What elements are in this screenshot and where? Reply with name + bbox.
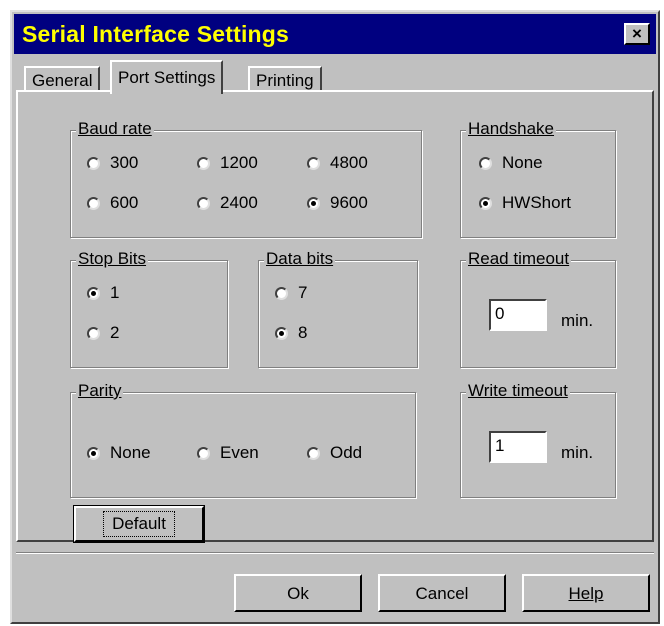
parity-radio-odd[interactable]: Odd (307, 443, 362, 463)
help-button[interactable]: Help (522, 574, 650, 612)
stop-bits-group: Stop Bits 1 2 (70, 249, 228, 368)
data-bits-radio-7[interactable]: 7 (275, 283, 307, 303)
radio-icon (275, 326, 288, 340)
radio-icon (307, 156, 320, 170)
stop-bits-label-text: Stop Bits (78, 249, 147, 268)
cancel-button[interactable]: Cancel (378, 574, 506, 612)
title-bar[interactable]: Serial Interface Settings × (14, 14, 656, 54)
close-icon: × (632, 24, 642, 43)
stop-bits-radio-2[interactable]: 2 (87, 323, 119, 343)
tab-strip: General Port Settings Printing (18, 60, 658, 94)
radio-icon (197, 446, 210, 460)
baud-radio-600[interactable]: 600 (87, 193, 138, 213)
baud-radio-4800[interactable]: 4800 (307, 153, 368, 173)
baud-radio-300[interactable]: 300 (87, 153, 138, 173)
read-timeout-group: Read timeout 0 min. (460, 249, 616, 368)
baud-radio-9600[interactable]: 9600 (307, 193, 368, 213)
data-bits-label-text: Data bits (266, 249, 334, 268)
write-timeout-group: Write timeout 1 min. (460, 381, 616, 498)
dialog-window: Serial Interface Settings × General Port… (10, 10, 660, 624)
tab-port-settings[interactable]: Port Settings (110, 60, 224, 94)
baud-1200-label: 1200 (220, 153, 258, 172)
parity-label: Parity (76, 381, 124, 401)
stop-bits-label: Stop Bits (76, 249, 149, 269)
radio-icon (87, 156, 100, 170)
default-button-label: Default (103, 511, 175, 537)
bottom-divider (16, 552, 654, 554)
baud-rate-group: Baud rate 300 1200 4800 600 2400 9600 (70, 119, 422, 238)
radio-icon (87, 286, 100, 300)
parity-even-label: Even (220, 443, 259, 462)
parity-radio-none[interactable]: None (87, 443, 151, 463)
radio-icon (307, 196, 320, 210)
handshake-radio-hwshort[interactable]: HWShort (479, 193, 571, 213)
radio-icon (87, 196, 100, 210)
data-bits-label: Data bits (264, 249, 336, 269)
data-bits-8-label: 8 (298, 323, 308, 342)
data-bits-group: Data bits 7 8 (258, 249, 418, 368)
ok-button[interactable]: Ok (234, 574, 362, 612)
radio-icon (479, 156, 492, 170)
radio-icon (87, 446, 100, 460)
write-timeout-label: Write timeout (466, 381, 570, 401)
parity-group: Parity None Even Odd (70, 381, 416, 498)
tab-panel-port-settings: Baud rate 300 1200 4800 600 2400 9600 Ha… (16, 90, 654, 543)
write-timeout-input[interactable]: 1 (489, 431, 547, 463)
write-timeout-label-text: Write timeout (468, 381, 568, 400)
radio-icon (197, 156, 210, 170)
handshake-none-label: None (502, 153, 543, 172)
handshake-radio-none[interactable]: None (479, 153, 543, 173)
baud-rate-label-text: Baud rate (78, 119, 152, 138)
read-timeout-label-text: Read timeout (468, 249, 570, 268)
window-title: Serial Interface Settings (22, 21, 290, 47)
data-bits-radio-8[interactable]: 8 (275, 323, 307, 343)
baud-4800-label: 4800 (330, 153, 368, 172)
baud-radio-2400[interactable]: 2400 (197, 193, 258, 213)
radio-icon (307, 446, 320, 460)
data-bits-7-label: 7 (298, 283, 308, 302)
baud-600-label: 600 (110, 193, 139, 212)
baud-300-label: 300 (110, 153, 139, 172)
baud-rate-label: Baud rate (76, 119, 154, 139)
baud-2400-label: 2400 (220, 193, 258, 212)
radio-icon (197, 196, 210, 210)
read-timeout-unit: min. (561, 311, 594, 330)
handshake-group: Handshake None HWShort (460, 119, 616, 238)
read-timeout-input[interactable]: 0 (489, 299, 547, 331)
close-button[interactable]: × (624, 23, 650, 45)
radio-icon (87, 326, 100, 340)
write-timeout-unit: min. (561, 443, 594, 462)
help-button-label: Help (568, 584, 604, 603)
baud-radio-1200[interactable]: 1200 (197, 153, 258, 173)
handshake-label-text: Handshake (468, 119, 555, 138)
read-timeout-label: Read timeout (466, 249, 572, 269)
tab-printing[interactable]: Printing (248, 66, 322, 92)
parity-odd-label: Odd (330, 443, 363, 462)
default-button[interactable]: Default (73, 505, 205, 543)
parity-radio-even[interactable]: Even (197, 443, 259, 463)
radio-icon (479, 196, 492, 210)
stop-bits-2-label: 2 (110, 323, 120, 342)
handshake-label: Handshake (466, 119, 557, 139)
tab-general[interactable]: General (24, 66, 101, 92)
stop-bits-1-label: 1 (110, 283, 120, 302)
baud-9600-label: 9600 (330, 193, 368, 212)
parity-none-label: None (110, 443, 151, 462)
stop-bits-radio-1[interactable]: 1 (87, 283, 119, 303)
handshake-hwshort-label: HWShort (502, 193, 571, 212)
radio-icon (275, 286, 288, 300)
parity-label-text: Parity (78, 381, 122, 400)
